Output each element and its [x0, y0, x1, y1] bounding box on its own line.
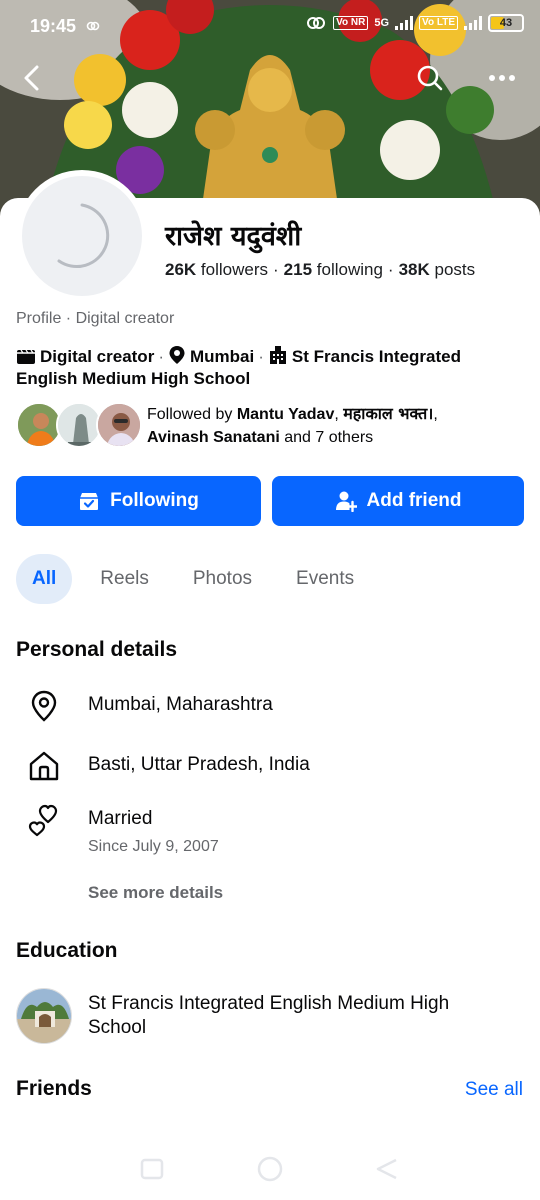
hearts-icon [24, 800, 64, 840]
avatar-placeholder [22, 176, 142, 296]
education-title: Education [16, 939, 118, 962]
following-count[interactable]: 215 [284, 260, 312, 279]
recent-apps-icon[interactable] [140, 1158, 164, 1180]
see-more-details-link[interactable]: See more details [88, 883, 223, 903]
followers-label[interactable]: followers [196, 260, 268, 279]
mutual-suffix: and 7 others [279, 429, 374, 446]
posts-label: posts [429, 260, 476, 279]
tab-photos[interactable]: Photos [177, 554, 268, 604]
loading-spinner-icon [57, 203, 110, 269]
mutual-name-2[interactable]: महाकाल भक्त। [343, 404, 433, 423]
battery-level: 43 [499, 17, 513, 29]
add-person-icon [335, 491, 357, 512]
see-all-friends-link[interactable]: See all [465, 1079, 523, 1101]
search-button[interactable] [408, 56, 452, 100]
separator-dot: · [273, 260, 279, 279]
profile-stats: 26K followers · 215 following · 38K posts [165, 260, 475, 280]
back-button[interactable] [10, 56, 54, 100]
mutual-avatar [96, 402, 142, 448]
following-check-icon [80, 493, 99, 510]
hometown: Basti, Uttar Pradesh, India [88, 754, 310, 775]
mutual-text: Followed by Mantu Yadav, महाकाल भक्त।, Av… [147, 402, 517, 449]
following-button-label: Following [110, 490, 199, 511]
separator-dot: · [387, 260, 394, 279]
personal-details-title: Personal details [16, 638, 178, 661]
signal-icon [395, 16, 414, 30]
add-friend-button-label: Add friend [366, 490, 462, 511]
intro-creator: Digital creator [40, 347, 155, 366]
system-nav-bar [0, 1140, 540, 1200]
avatar[interactable] [16, 170, 148, 302]
clapperboard-icon [17, 349, 35, 364]
tab-all[interactable]: All [16, 554, 73, 604]
mutual-name-3[interactable]: Avinash Sanatani [147, 429, 280, 446]
back-nav-icon[interactable] [376, 1158, 397, 1180]
followers-count[interactable]: 26K [165, 260, 196, 279]
friends-title: Friends [16, 1077, 92, 1100]
profile-name: राजेश यदुवंशी [165, 221, 302, 252]
network-label-1: Vo NR [333, 16, 369, 30]
following-button[interactable]: Following [16, 476, 261, 526]
profile-tabs: All Reels Photos Events [16, 554, 382, 604]
intro-location: Mumbai [189, 347, 255, 366]
mutual-name-1[interactable]: Mantu Yadav [237, 406, 335, 423]
mutual-followers[interactable]: Followed by Mantu Yadav, महाकाल भक्त।, Av… [16, 400, 526, 450]
mutual-comma: , [334, 406, 344, 423]
signal-icon [464, 16, 482, 30]
relationship-since: Since July 9, 2007 [88, 838, 219, 855]
link-icon [86, 21, 100, 31]
status-time: 19:45 [30, 16, 77, 36]
more-icon [489, 75, 515, 81]
more-button[interactable] [480, 56, 524, 100]
status-bar: 19:45 Vo NR 5G Vo LTE 43 [0, 0, 540, 54]
separator-dot: · [158, 347, 164, 366]
home-nav-icon[interactable] [257, 1156, 283, 1182]
back-arrow-icon [24, 65, 39, 91]
posts-count: 38K [398, 260, 430, 279]
tab-events[interactable]: Events [280, 554, 370, 604]
location-pin-icon [24, 686, 64, 726]
hotspot-icon [307, 17, 326, 29]
tab-reels[interactable]: Reels [84, 554, 165, 604]
network-label-3: Vo LTE [419, 16, 458, 30]
school-name[interactable]: St Francis Integrated English Medium Hig… [88, 992, 508, 1040]
school-thumbnail-image [17, 989, 71, 1043]
following-label[interactable]: following [312, 260, 383, 279]
mutual-prefix: Followed by [147, 406, 237, 423]
current-city: Mumbai, Maharashtra [88, 694, 273, 715]
separator-dot: · [258, 347, 264, 366]
mutual-comma-2: , [433, 406, 438, 423]
school-thumbnail[interactable] [16, 988, 72, 1044]
relationship-status: Married [88, 808, 153, 829]
network-label-2: 5G [374, 17, 390, 29]
intro-line: Digital creator · Mumbai · St Francis Inte… [16, 345, 516, 390]
add-friend-button[interactable]: Add friend [272, 476, 524, 526]
search-icon [417, 65, 443, 91]
battery-indicator: 43 [488, 14, 524, 32]
building-icon [269, 346, 286, 364]
home-icon [24, 746, 64, 786]
mutual-avatar-image [98, 404, 140, 446]
location-pin-icon [169, 346, 185, 364]
profile-category: Profile · Digital creator [16, 310, 175, 327]
